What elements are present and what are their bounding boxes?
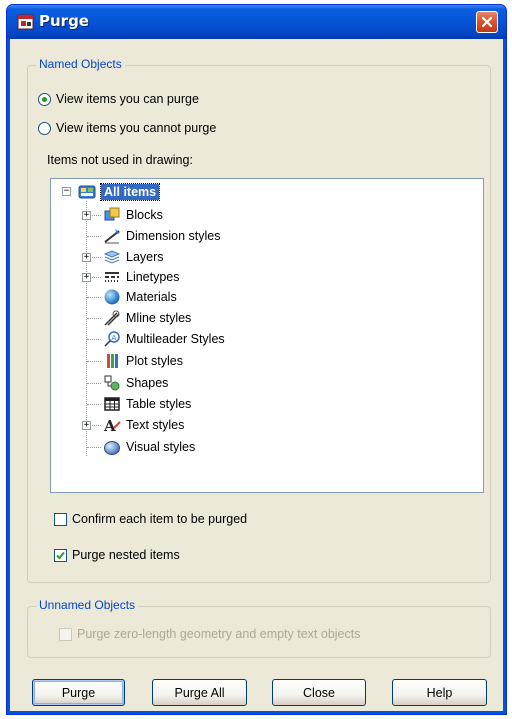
checkbox-label: Purge zero-length geometry and empty tex… — [77, 627, 361, 641]
checkbox-box — [59, 627, 72, 641]
tree-expand-toggle[interactable]: + — [82, 253, 91, 262]
radio-view-can-purge[interactable]: View items you can purge — [38, 92, 199, 106]
help-button[interactable]: Help — [392, 679, 487, 706]
tree-item-materials[interactable]: Materials — [103, 287, 177, 307]
tree-item-label: All items — [99, 183, 161, 201]
purge-button[interactable]: Purge — [32, 679, 125, 706]
tree-item-label: Text styles — [126, 418, 185, 432]
tree-item-visual-styles[interactable]: Visual styles — [103, 437, 195, 457]
radio-label: View items you cannot purge — [56, 121, 217, 135]
tree-item-shapes[interactable]: Shapes — [103, 373, 168, 393]
materials-icon — [104, 289, 120, 305]
group-title-named: Named Objects — [36, 57, 125, 71]
button-label: Help — [426, 685, 453, 700]
tree-item-all-items[interactable]: All items — [78, 182, 161, 202]
tree-expand-toggle[interactable]: + — [82, 273, 91, 282]
svg-text:A: A — [103, 417, 116, 434]
window-title: Purge — [39, 12, 89, 30]
tree-item-label: Materials — [126, 290, 177, 304]
tree-label: Items not used in drawing: — [47, 153, 193, 167]
mline-styles-icon — [104, 310, 120, 326]
tree-item-table-styles[interactable]: Table styles — [103, 394, 191, 414]
visual-styles-icon — [104, 441, 120, 455]
tree-item-text-styles[interactable]: A Text styles — [103, 415, 184, 435]
tree-item-label: Multileader Styles — [126, 332, 225, 346]
radio-indicator[interactable] — [38, 92, 51, 106]
tree-item-label: Linetypes — [126, 270, 180, 284]
table-styles-icon — [104, 397, 120, 411]
checkbox-purge-nested[interactable]: Purge nested items — [54, 548, 180, 562]
tree-expand-toggle[interactable]: + — [82, 211, 91, 220]
linetypes-icon — [105, 272, 119, 282]
close-button[interactable]: Close — [272, 679, 366, 706]
close-icon — [481, 16, 493, 28]
button-label: Purge — [61, 685, 96, 700]
close-window-button[interactable] — [476, 11, 498, 33]
radio-label: View items you can purge — [56, 92, 199, 106]
tree-item-layers[interactable]: Layers — [103, 247, 164, 267]
radio-view-cannot-purge[interactable]: View items you cannot purge — [38, 121, 216, 135]
items-tree[interactable]: − All items + Blocks Dimension styles + … — [50, 178, 484, 493]
app-icon — [17, 14, 34, 30]
all-items-icon — [78, 185, 96, 199]
tree-item-label: Blocks — [126, 208, 163, 222]
checkmark-icon — [56, 551, 65, 559]
tree-item-mline-styles[interactable]: Mline styles — [103, 308, 191, 328]
tree-item-label: Plot styles — [126, 354, 183, 368]
purge-dialog: Purge Named Objects View items you can p… — [6, 4, 507, 715]
tree-item-linetypes[interactable]: Linetypes — [103, 267, 180, 287]
radio-indicator[interactable] — [38, 121, 51, 135]
tree-item-blocks[interactable]: Blocks — [103, 205, 163, 225]
tree-collapse-toggle[interactable]: − — [62, 187, 71, 196]
group-title-unnamed: Unnamed Objects — [36, 598, 139, 612]
checkbox-box[interactable] — [54, 548, 67, 562]
multileader-styles-icon: A — [104, 331, 120, 347]
text-styles-icon: A — [103, 417, 121, 434]
svg-text:A: A — [112, 334, 117, 342]
tree-item-label: Dimension styles — [126, 229, 221, 243]
checkbox-confirm-each[interactable]: Confirm each item to be purged — [54, 512, 247, 526]
button-label: Purge All — [174, 685, 225, 700]
purge-all-button[interactable]: Purge All — [152, 679, 247, 706]
tree-item-label: Mline styles — [126, 311, 192, 325]
checkbox-label: Purge nested items — [72, 548, 180, 562]
tree-item-label: Layers — [126, 250, 164, 264]
tree-item-label: Table styles — [126, 397, 192, 411]
checkbox-label: Confirm each item to be purged — [72, 512, 248, 526]
shapes-icon — [104, 375, 120, 391]
tree-expand-toggle[interactable]: + — [82, 421, 91, 430]
title-bar[interactable]: Purge — [7, 5, 506, 39]
tree-item-label: Shapes — [126, 376, 169, 390]
tree-item-label: Visual styles — [126, 440, 196, 454]
tree-item-dimension-styles[interactable]: Dimension styles — [103, 226, 220, 246]
checkbox-box[interactable] — [54, 512, 67, 526]
dimension-styles-icon — [104, 229, 120, 244]
tree-item-plot-styles[interactable]: Plot styles — [103, 351, 183, 371]
tree-item-multileader-styles[interactable]: A Multileader Styles — [103, 329, 225, 349]
button-label: Close — [303, 685, 335, 700]
checkbox-zero-length: Purge zero-length geometry and empty tex… — [59, 627, 360, 641]
plot-styles-icon — [107, 354, 118, 368]
blocks-icon — [104, 207, 120, 221]
layers-icon — [103, 250, 121, 264]
